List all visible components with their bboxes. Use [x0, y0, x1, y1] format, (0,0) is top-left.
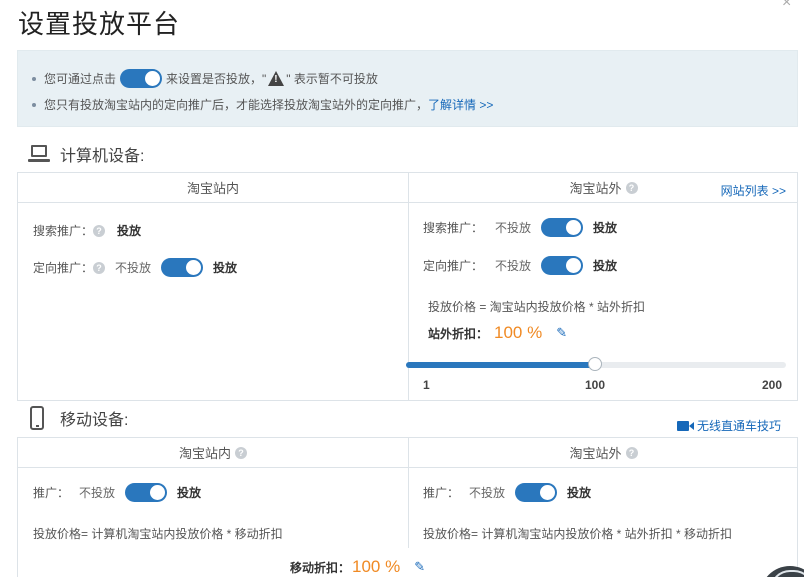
- notice-line-1: 您可通过点击 来设置是否投放，" " 表示暂不可投放: [32, 69, 378, 88]
- slider-max-label: 200: [762, 378, 783, 392]
- formula-text: 投放价格= 计算机淘宝站内投放价格 * 移动折扣: [33, 527, 283, 541]
- site-list-link[interactable]: 网站列表 >>: [721, 182, 786, 199]
- row-off-label: 不投放: [79, 486, 116, 500]
- pc-left-header-label: 淘宝站内: [186, 181, 239, 196]
- mobile-left-header-label: 淘宝站内: [178, 446, 231, 461]
- learn-more-link[interactable]: 了解详情 >>: [428, 96, 493, 113]
- pencil-icon[interactable]: ✎: [414, 559, 425, 575]
- pencil-icon[interactable]: ✎: [556, 325, 567, 341]
- pc-outer-search-row: 搜索推广： 不投放 投放: [423, 218, 617, 237]
- row-state: 投放: [213, 261, 238, 275]
- wireless-tips-link[interactable]: 无线直通车技巧: [677, 417, 781, 434]
- pc-outer-search-toggle[interactable]: [541, 218, 584, 237]
- notice-box: 您可通过点击 来设置是否投放，" " 表示暂不可投放 您只有投放淘宝站内的定向推…: [17, 50, 798, 127]
- mobile-inner-row: 推广： 不投放 投放: [33, 483, 201, 502]
- pc-right-header-label: 淘宝站外: [569, 181, 622, 196]
- pc-inner-targeted-row: 定向推广： ? 不投放 投放: [33, 258, 237, 277]
- phone-icon: [30, 406, 44, 430]
- close-icon[interactable]: ×: [782, 0, 791, 12]
- discount-slider[interactable]: [406, 357, 786, 371]
- pc-inner-search-row: 搜索推广： ? 投放: [33, 222, 141, 239]
- warning-icon: [268, 71, 285, 86]
- pc-price-formula: 投放价格 = 淘宝站内投放价格 * 站外折扣: [428, 298, 645, 315]
- pc-section-header: 计算机设备:: [28, 142, 144, 166]
- pc-outer-targeted-row: 定向推广： 不投放 投放: [423, 256, 617, 275]
- help-icon[interactable]: ?: [235, 446, 247, 459]
- pc-outer-targeted-toggle[interactable]: [541, 256, 584, 275]
- row-state: 投放: [567, 486, 592, 500]
- mobile-outer-formula: 投放价格= 计算机淘宝站内投放价格 * 站外折扣 * 移动折扣: [423, 525, 732, 542]
- slider-min-label: 1: [423, 378, 430, 392]
- discount-value: 100 %: [352, 557, 401, 576]
- notice-line-2: 您只有投放淘宝站内的定向推广后，才能选择投放淘宝站外的定向推广， 了解详情 >>: [32, 96, 493, 113]
- help-icon[interactable]: ?: [93, 224, 106, 237]
- notice-line1-prefix: 您可通过点击: [44, 72, 117, 86]
- mobile-right-header-label: 淘宝站外: [569, 446, 622, 461]
- discount-label: 移动折扣：: [290, 560, 351, 575]
- notice-line1-suffix: " 表示暂不可投放: [286, 72, 378, 86]
- discount-label: 站外折扣：: [428, 326, 489, 341]
- mobile-section-title: 移动设备:: [60, 412, 129, 429]
- row-state: 投放: [593, 221, 618, 235]
- row-state: 投放: [177, 486, 202, 500]
- help-icon[interactable]: ?: [625, 181, 638, 194]
- pc-discount-row: 站外折扣： 100 % ✎: [428, 323, 567, 343]
- row-state: 投放: [117, 224, 142, 238]
- help-icon[interactable]: ?: [93, 261, 106, 274]
- row-off-label: 不投放: [115, 261, 152, 275]
- notice-line1-middle: 来设置是否投放，": [166, 72, 267, 86]
- laptop-icon: [28, 145, 50, 163]
- discount-value: 100 %: [494, 323, 543, 342]
- help-icon[interactable]: ?: [625, 446, 638, 459]
- row-label: 推广：: [423, 486, 460, 500]
- slider-fill: [406, 362, 595, 368]
- pc-inner-targeted-toggle[interactable]: [161, 258, 204, 277]
- row-label: 搜索推广：: [423, 221, 484, 235]
- row-off-label: 不投放: [495, 221, 532, 235]
- row-label: 推广：: [33, 486, 70, 500]
- row-label: 定向推广：: [423, 259, 484, 273]
- row-off-label: 不投放: [495, 259, 532, 273]
- pc-section-title: 计算机设备:: [60, 148, 145, 165]
- toggle-example-icon: [120, 69, 163, 88]
- notice-line2-text: 您只有投放淘宝站内的定向推广后，才能选择投放淘宝站外的定向推广，: [44, 98, 429, 112]
- mobile-right-header: 淘宝站外 ?: [409, 438, 798, 468]
- mobile-discount-row: 移动折扣： 100 % ✎: [290, 557, 425, 577]
- mobile-outer-row: 推广： 不投放 投放: [423, 483, 591, 502]
- mobile-section-header: 移动设备:: [30, 406, 128, 430]
- slider-handle[interactable]: [588, 357, 602, 371]
- pc-right-header: 淘宝站外 ? 网站列表 >>: [409, 173, 798, 203]
- mobile-inner-formula: 投放价格= 计算机淘宝站内投放价格 * 移动折扣: [33, 525, 283, 542]
- tips-link-label: 无线直通车技巧: [697, 419, 782, 433]
- mobile-left-header: 淘宝站内 ?: [18, 438, 408, 468]
- bullet-icon: [32, 102, 36, 107]
- dialog: 设置投放平台 × 您可通过点击 来设置是否投放，" " 表示暂不可投放 您只有投…: [0, 0, 804, 577]
- mobile-outer-toggle[interactable]: [515, 483, 558, 502]
- row-label: 搜索推广：: [33, 224, 94, 238]
- formula-text: 投放价格= 计算机淘宝站内投放价格 * 站外折扣 * 移动折扣: [423, 527, 733, 541]
- bullet-icon: [32, 76, 36, 81]
- video-icon: [677, 420, 694, 431]
- slider-mid-label: 100: [585, 378, 606, 392]
- pc-left-header: 淘宝站内: [18, 173, 408, 203]
- formula-text: 投放价格 = 淘宝站内投放价格 * 站外折扣: [428, 300, 646, 314]
- row-off-label: 不投放: [469, 486, 506, 500]
- dialog-title: 设置投放平台: [18, 9, 181, 39]
- mobile-panel: 淘宝站内 ? 淘宝站外 ?: [17, 437, 798, 577]
- mobile-inner-toggle[interactable]: [125, 483, 168, 502]
- row-label: 定向推广：: [33, 261, 94, 275]
- row-state: 投放: [593, 259, 618, 273]
